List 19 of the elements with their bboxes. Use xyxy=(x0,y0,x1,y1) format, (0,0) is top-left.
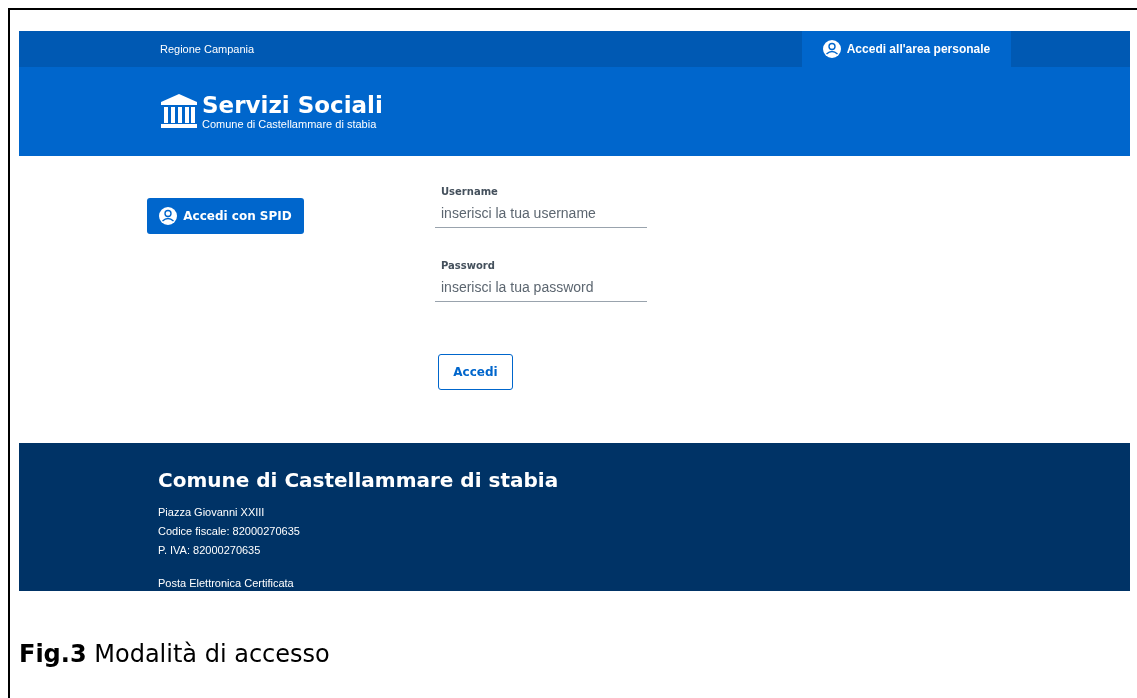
input-field[interactable]: inserisci la tua username xyxy=(435,198,647,228)
input-field[interactable]: inserisci la tua password xyxy=(435,272,647,302)
figure-caption: Fig.3 Modalità di accesso xyxy=(19,639,331,670)
site-subtitle: Comune di Castellammare di stabia xyxy=(202,118,378,131)
user-icon xyxy=(159,206,178,225)
user-icon xyxy=(822,39,841,58)
field-label: Password xyxy=(440,258,496,273)
spid-login-button[interactable]: Accedi con SPID xyxy=(147,197,304,234)
site-title: Servizi Sociali xyxy=(202,92,383,119)
footer-line: Piazza Giovanni XXIII xyxy=(158,504,266,520)
login-button[interactable]: Accedi xyxy=(438,353,513,390)
footer-line: P. IVA: 82000270635 xyxy=(158,542,262,558)
footer-title: Comune di Castellammare di stabia xyxy=(158,466,560,494)
personal-area-link[interactable]: Accedi all'area personale xyxy=(802,31,1011,67)
footer-line: Codice fiscale: 82000270635 xyxy=(158,523,301,539)
pec-label: Posta Elettronica Certificata xyxy=(158,575,295,591)
field-label: Username xyxy=(440,184,499,199)
region-label: Regione Campania xyxy=(160,41,255,57)
building-icon xyxy=(160,93,198,130)
